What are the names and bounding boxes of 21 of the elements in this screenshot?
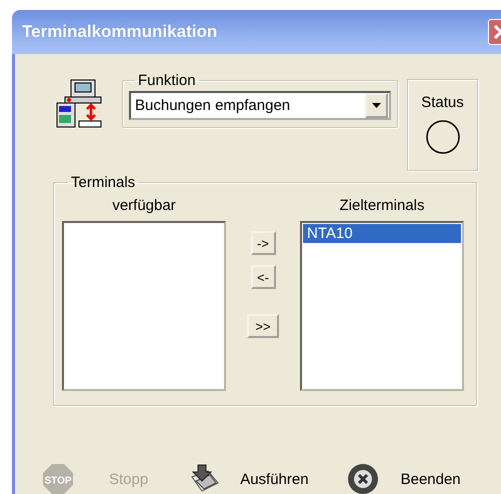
computer-terminal-icon xyxy=(55,79,103,129)
target-list[interactable]: NTA10 xyxy=(300,221,464,391)
status-label: Status xyxy=(421,94,464,111)
stop-sign-icon: STOP xyxy=(42,463,74,494)
group-label: Terminals xyxy=(71,174,136,191)
action-button[interactable]: Ausführen xyxy=(186,463,309,494)
transfer-button[interactable]: <- xyxy=(250,265,276,289)
dropdown-value: Buchungen empfangen xyxy=(135,97,290,114)
available-list[interactable] xyxy=(62,221,226,391)
list-label: verfügbar xyxy=(112,197,176,216)
caret-icon xyxy=(372,103,381,108)
function-dropdown[interactable]: Buchungen empfangen xyxy=(129,91,391,120)
transfer-button[interactable]: -> xyxy=(250,231,276,255)
group-label: Funktion xyxy=(138,72,196,89)
close-circle-icon xyxy=(346,463,379,494)
list-label: Zielterminals xyxy=(339,197,425,216)
list-item[interactable]: NTA10 xyxy=(303,224,461,243)
transfer-button[interactable]: >> xyxy=(247,314,279,338)
action-button[interactable]: Beenden xyxy=(346,463,461,494)
window-title: Terminalkommunikation xyxy=(21,22,218,42)
dropdown-button[interactable] xyxy=(365,93,388,118)
